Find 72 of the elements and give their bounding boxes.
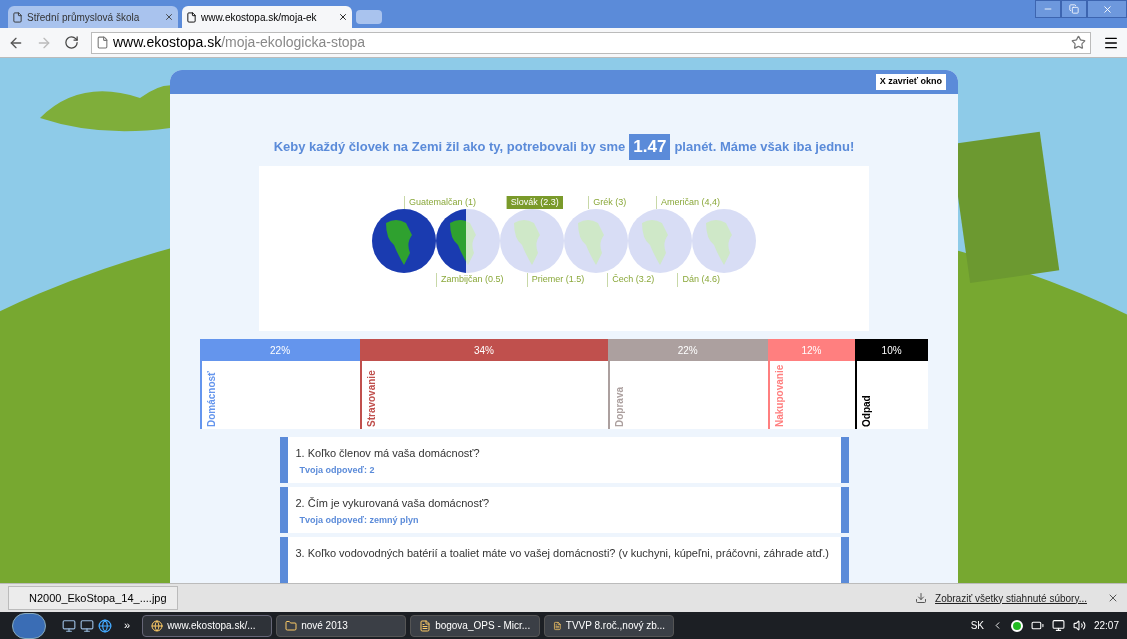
overflow-chevron[interactable]: » — [116, 617, 139, 634]
tray-app-icon[interactable] — [1010, 619, 1023, 632]
close-icon[interactable] — [1107, 592, 1119, 604]
headline-text: planét. Máme však iba jednu! — [674, 138, 855, 157]
question-text: 2. Čím je vykurovaná vaša domácnosť? — [295, 496, 491, 511]
language-indicator[interactable]: SK — [970, 618, 984, 633]
browser-icon[interactable] — [98, 618, 112, 633]
tab-title: www.ekostopa.sk/moja-ek — [201, 10, 318, 25]
browser-tab[interactable]: Střední průmyslová škola — [8, 6, 178, 28]
faded-globe-icon — [500, 209, 564, 274]
country-label: Zambijčan (0.5) — [436, 273, 508, 287]
bookmark-star-icon[interactable] — [1071, 35, 1086, 50]
document-icon — [553, 619, 562, 632]
browser-icon — [151, 619, 164, 632]
monitor-icon[interactable] — [80, 618, 94, 633]
country-label: Priemer (1.5) — [526, 273, 589, 287]
taskbar-button[interactable]: www.ekostopa.sk/... — [142, 614, 273, 637]
close-icon — [1101, 3, 1113, 15]
document-icon — [419, 619, 432, 632]
clock[interactable]: 22:07 — [1093, 618, 1119, 633]
taskbar-label: www.ekostopa.sk/... — [167, 619, 256, 633]
close-window-button[interactable]: X zavrieť okno — [875, 74, 946, 90]
percent-bar: 34% — [360, 339, 608, 361]
show-all-downloads-link[interactable]: Zobraziť všetky stiahnuté súbory... — [935, 590, 1087, 606]
headline-text: Keby každý človek na Zemi žil ako ty, potrebovali by sme — [273, 138, 626, 157]
restore-button[interactable] — [1061, 0, 1087, 18]
network-icon[interactable] — [1051, 619, 1065, 632]
browser-tab[interactable]: www.ekostopa.sk/moja-ek — [182, 6, 352, 28]
category-label: Domácnosť — [205, 370, 218, 427]
page-icon — [96, 36, 109, 49]
question-text: 3. Koľko vodovodných batérií a toaliet máte vo vašej domácnosti? (v kuchyni, kúpeľni, práčovni, záhrade atď.) — [295, 546, 831, 561]
category-label: Doprava — [612, 386, 626, 427]
tab-title: Střední průmyslová škola — [27, 10, 141, 25]
volume-icon[interactable] — [1072, 619, 1086, 632]
close-icon[interactable] — [338, 12, 348, 22]
country-label: Dán (4.6) — [677, 273, 724, 287]
percent-bar: 12% — [767, 339, 856, 361]
page-icon — [12, 11, 23, 23]
taskbar-button[interactable]: bogova_OPS - Micr... — [410, 614, 541, 637]
page-icon — [186, 11, 197, 23]
category-label: Odpad — [860, 394, 874, 427]
category-label: Nakupovanie — [772, 365, 786, 427]
reload-icon[interactable] — [64, 35, 79, 50]
download-icon — [915, 592, 928, 604]
taskbar-label: TVVP 8.roč.,nový zb... — [565, 619, 666, 633]
taskbar-label: bogova_OPS - Micr... — [435, 619, 531, 633]
percent-bar: 10% — [855, 339, 928, 361]
restore-icon — [1069, 4, 1079, 14]
address-bar[interactable]: www.ekostopa.sk/moja-ekologicka-stopa — [91, 31, 1091, 54]
country-label: Slovák (2.3) — [505, 195, 563, 210]
planet-count: 1.47 — [629, 134, 671, 160]
faded-globe-icon — [564, 209, 628, 274]
taskbar-label: nové 2013 — [301, 619, 348, 633]
answer-text: Tvoja odpoveď: zemný plyn — [298, 513, 420, 527]
taskbar-button[interactable]: nové 2013 — [276, 614, 407, 637]
minimize-button[interactable] — [1035, 0, 1061, 18]
question-text: 1. Koľko členov má vaša domácnosť? — [295, 446, 481, 461]
download-filename: N2000_EkoStopa_14_....jpg — [29, 590, 167, 606]
download-item[interactable]: N2000_EkoStopa_14_....jpg — [8, 586, 178, 610]
start-button[interactable] — [12, 612, 46, 639]
faded-globe-icon — [692, 209, 756, 274]
url-text: www.ekostopa.sk/moja-ekologicka-stopa — [113, 33, 367, 52]
percent-bar: 22% — [607, 339, 768, 361]
show-desktop-icon[interactable] — [62, 618, 76, 633]
answer-text: Tvoja odpoveď: 2 — [298, 463, 376, 477]
taskbar-button[interactable]: TVVP 8.roč.,nový zb... — [544, 614, 675, 637]
folder-icon — [285, 619, 298, 632]
percent-bar: 22% — [200, 339, 361, 361]
battery-icon[interactable] — [1030, 619, 1044, 632]
category-label: Stravovanie — [365, 369, 379, 427]
country-label: Čech (3.2) — [607, 273, 659, 287]
faded-globe-icon — [628, 209, 692, 274]
